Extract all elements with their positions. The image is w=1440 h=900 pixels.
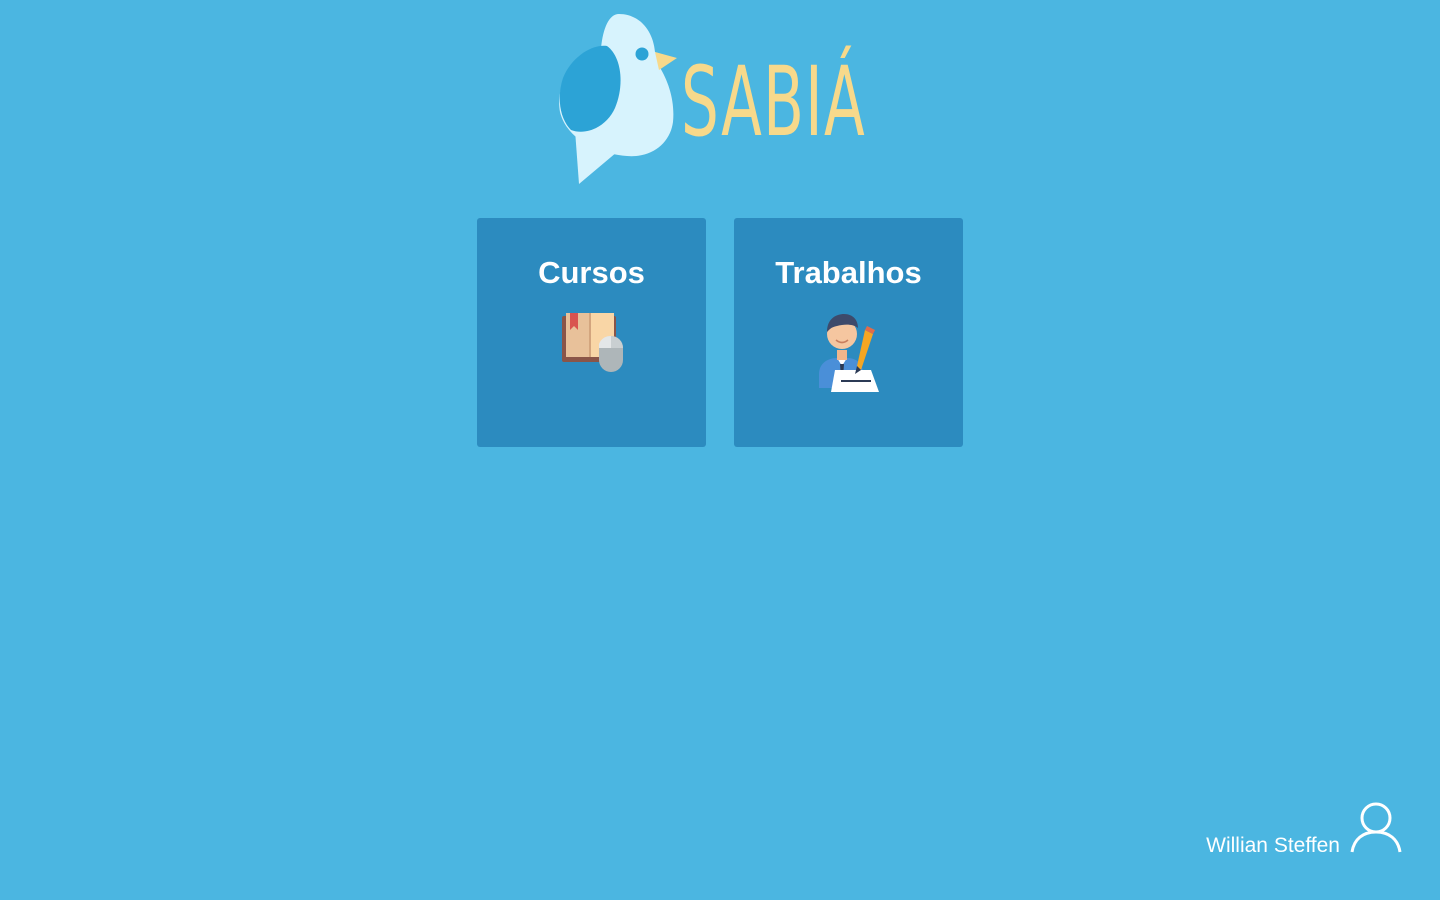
card-grid: Cursos Trabalhos [477, 218, 963, 447]
book-mouse-icon [560, 310, 624, 379]
card-title: Trabalhos [775, 255, 922, 290]
trabalhos-card[interactable]: Trabalhos [734, 218, 963, 447]
person-writing-icon [817, 310, 881, 399]
cursos-card[interactable]: Cursos [477, 218, 706, 447]
bird-icon [559, 14, 677, 184]
home-page: SABIÁ Cursos Trabalhos Willian Steffen [0, 0, 1440, 900]
user-icon[interactable] [1350, 801, 1402, 858]
user-menu[interactable]: Willian Steffen [1206, 801, 1402, 858]
user-name: Willian Steffen [1206, 834, 1340, 857]
app-logo: SABIÁ [557, 12, 887, 188]
card-title: Cursos [538, 255, 645, 290]
logo-text: SABIÁ [681, 46, 866, 158]
